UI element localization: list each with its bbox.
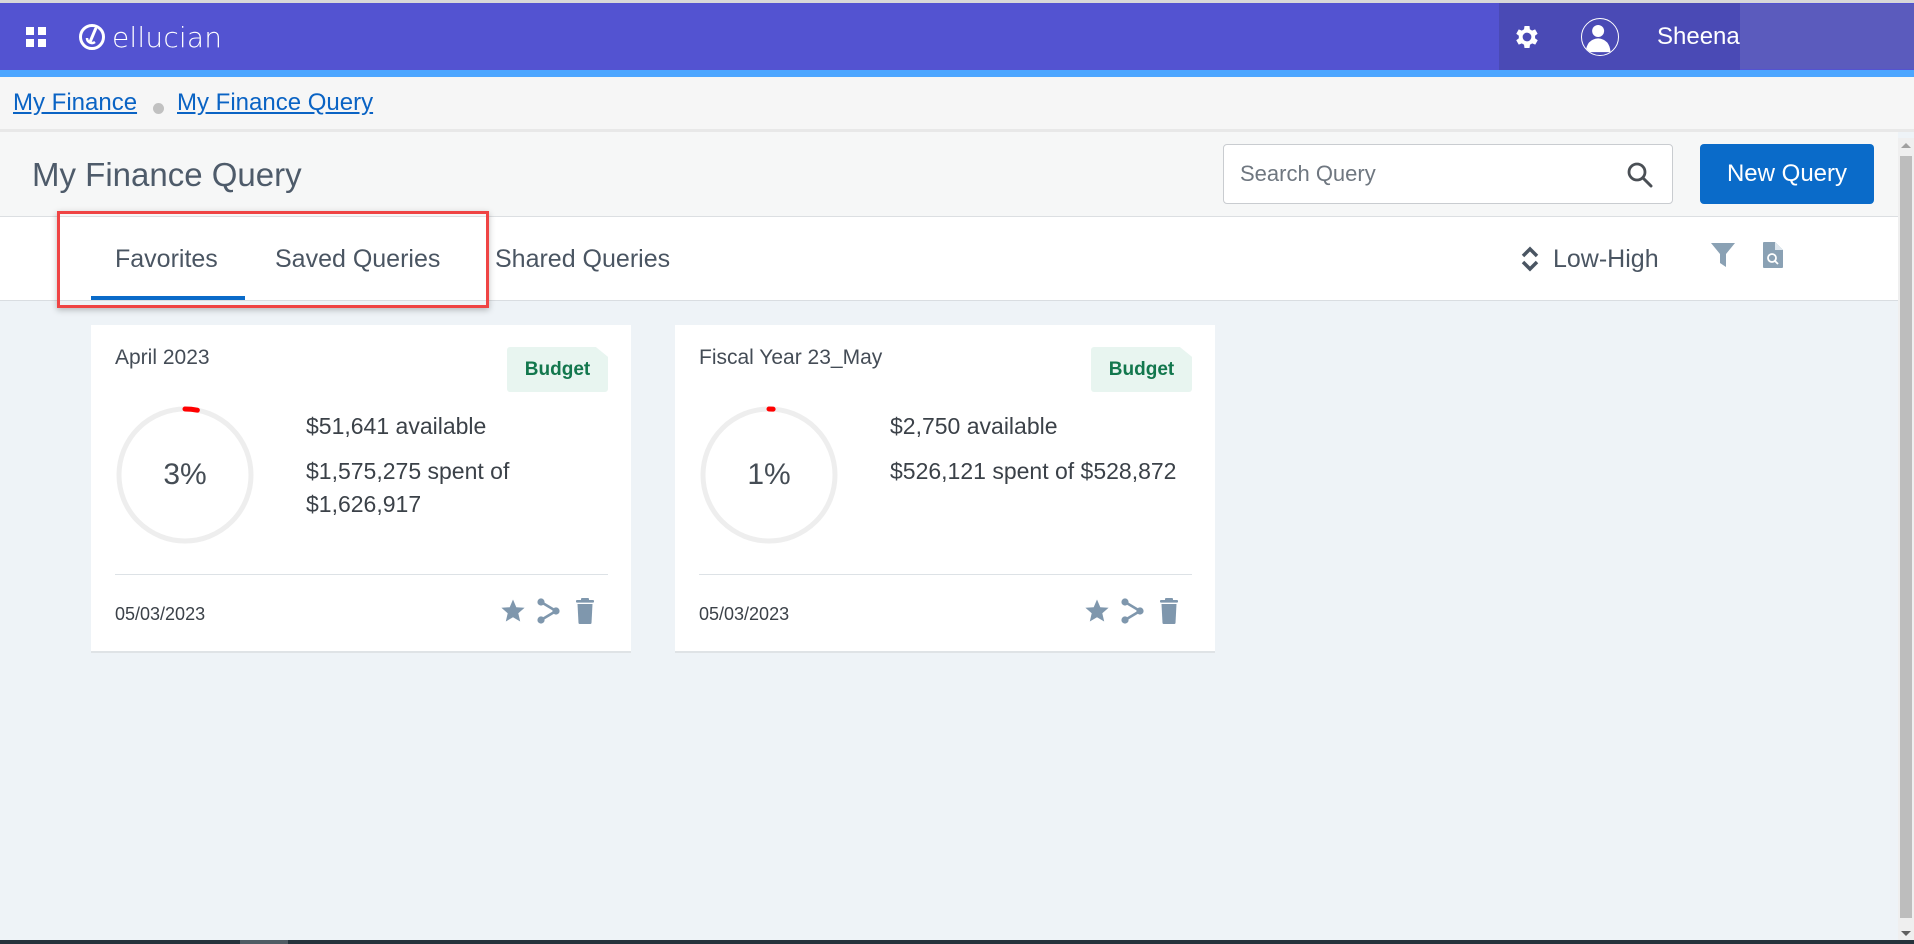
tab-saved-queries[interactable]: Saved Queries — [275, 245, 440, 274]
gear-icon[interactable] — [1512, 22, 1542, 52]
app-name: ellucian — [112, 20, 223, 54]
card-divider — [699, 574, 1192, 575]
card-actions — [500, 597, 598, 625]
vertical-scrollbar[interactable] — [1898, 138, 1914, 940]
active-tab-indicator — [91, 296, 245, 300]
query-name: Fiscal Year 23_May — [699, 346, 883, 369]
query-type-badge: Budget — [507, 347, 608, 392]
header-accent-strip — [0, 70, 1914, 77]
tabs-bar: Favorites Saved Queries Shared Queries L… — [0, 217, 1898, 301]
filter-icon[interactable] — [1710, 241, 1736, 269]
sort-icon — [1521, 246, 1539, 272]
tab-shared-queries[interactable]: Shared Queries — [495, 245, 670, 274]
breadcrumb-my-finance[interactable]: My Finance — [13, 89, 137, 117]
query-date: 05/03/2023 — [115, 604, 206, 624]
search-icon[interactable] — [1626, 161, 1654, 189]
percent-label: 1% — [747, 458, 791, 491]
scrollbar-thumb[interactable] — [1900, 156, 1912, 918]
username[interactable]: Sheena — [1657, 23, 1740, 51]
spent-amount: $526,121 spent of $528,872 — [890, 458, 1177, 484]
ellucian-logo[interactable]: ellucian — [78, 19, 222, 55]
favorite-star-icon[interactable] — [1084, 597, 1110, 625]
spent-amount: $1,575,275 spent of $1,626,917 — [306, 458, 510, 517]
breadcrumb-my-finance-query[interactable]: My Finance Query — [177, 89, 373, 117]
available-amount: $2,750 available — [890, 413, 1058, 439]
card-divider — [115, 574, 608, 575]
breadcrumb: My Finance My Finance Query — [0, 77, 1914, 132]
query-date: 05/03/2023 — [699, 604, 790, 624]
user-avatar-icon[interactable] — [1581, 18, 1619, 56]
page-title: My Finance Query — [32, 156, 302, 193]
apps-grid-icon[interactable] — [26, 27, 46, 47]
document-search-icon[interactable] — [1762, 241, 1784, 269]
delete-trash-icon[interactable] — [1156, 597, 1182, 625]
ellucian-logo-icon — [79, 24, 105, 50]
new-query-button[interactable]: New Query — [1700, 144, 1874, 204]
sort-label: Low-High — [1553, 244, 1659, 273]
page-title-bar: My Finance Query New Query — [0, 132, 1898, 217]
percent-label: 3% — [163, 458, 207, 491]
app-header: ellucian Sheena — [0, 3, 1914, 70]
sort-toggle[interactable]: Low-High — [1519, 244, 1659, 274]
favorite-star-icon[interactable] — [500, 597, 526, 625]
scroll-down-arrow-icon[interactable] — [1901, 931, 1911, 936]
delete-trash-icon[interactable] — [572, 597, 598, 625]
scroll-up-arrow-icon[interactable] — [1901, 143, 1911, 148]
card-actions — [1084, 597, 1182, 625]
taskbar-edge — [0, 940, 1914, 944]
query-type-badge: Budget — [1091, 347, 1192, 392]
share-icon[interactable] — [1120, 597, 1146, 625]
tab-favorites[interactable]: Favorites — [115, 245, 218, 274]
search-box — [1223, 144, 1673, 204]
query-card[interactable]: April 2023 Budget 3% $51,641 available $… — [91, 325, 631, 651]
available-amount: $51,641 available — [306, 413, 487, 439]
query-name: April 2023 — [115, 346, 210, 369]
search-input[interactable] — [1240, 145, 1620, 203]
taskbar-item — [240, 940, 288, 944]
redacted-area — [1740, 4, 1914, 69]
breadcrumb-separator — [153, 103, 164, 114]
query-card[interactable]: Fiscal Year 23_May Budget 1% $2,750 avai… — [675, 325, 1215, 651]
share-icon[interactable] — [536, 597, 562, 625]
